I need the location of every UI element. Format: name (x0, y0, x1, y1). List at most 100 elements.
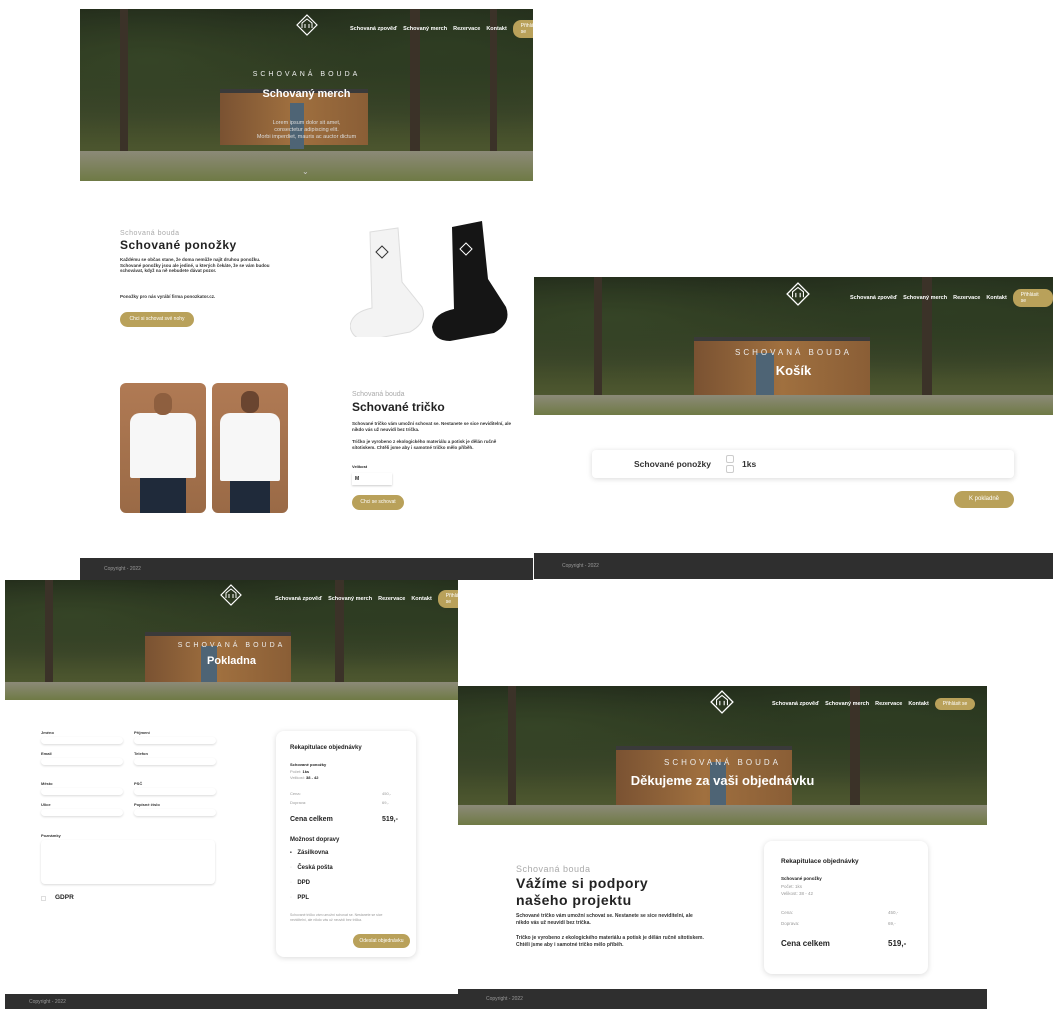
label-popisne: Popisné číslo (134, 802, 160, 807)
radio[interactable]: ◦ (290, 880, 294, 886)
label-jmeno: Jméno (41, 730, 54, 735)
login-button[interactable]: Přihlásit se (934, 698, 976, 710)
nav-link-zpoved[interactable]: Schovaná zpověď (772, 701, 819, 707)
submit-order-button[interactable]: Odeslat objednávku (353, 934, 410, 948)
nav-link-zpoved[interactable]: Schovaná zpověď (350, 26, 397, 32)
cart-page: SCHOVANÁ BOUDA Košík Schovaná zpověď Sch… (534, 277, 1053, 579)
shirt-photo-back (212, 383, 288, 513)
label-ulice: Ulice (41, 802, 51, 807)
logo-icon (220, 584, 242, 606)
shirt-button[interactable]: Chci se schovat (352, 495, 404, 510)
hero-kicker: SCHOVANÁ BOUDA (177, 642, 286, 649)
radio[interactable]: ◦ (290, 895, 294, 901)
cart-footer: Copyright - 2022 (534, 553, 1053, 579)
nav-link-merch[interactable]: Schovaný merch (328, 596, 372, 602)
hero-lorem-1: Lorem ipsum dolor sit amet, (272, 120, 341, 126)
total-value: 519,- (888, 939, 907, 948)
hero-lorem-3: Morbi imperdiet, mauris ac auctor dictum (256, 134, 357, 140)
chevron-down-icon[interactable]: ⌄ (302, 167, 309, 176)
logo-icon (786, 282, 810, 306)
size-value: 38 - 42 (306, 775, 319, 780)
nav-link-kontakt[interactable]: Kontakt (986, 295, 1006, 301)
thanks-footer: Copyright - 2022 (458, 989, 987, 1009)
summary-size: Velikost: 38 - 42 (781, 891, 814, 896)
count-label: Počet: (290, 769, 302, 774)
input-ulice[interactable] (41, 809, 123, 816)
nav-link-merch[interactable]: Schovaný merch (825, 701, 869, 707)
login-button[interactable]: Přihlásit se (1012, 289, 1053, 307)
qty-up-button[interactable] (726, 455, 734, 463)
hero-kicker: SCHOVANÁ BOUDA (664, 758, 781, 767)
thanks-page: SCHOVANÁ BOUDA Děkujeme za vaši objednáv… (458, 686, 987, 1009)
order-summary: Rekapitulace objednávky Schované ponožky… (764, 841, 928, 974)
qty-stepper[interactable] (726, 455, 734, 473)
nav-link-kontakt[interactable]: Kontakt (908, 701, 928, 707)
label-telefon: Telefon (134, 751, 148, 756)
thanks-kicker: Schovaná bouda (516, 864, 591, 874)
nav-link-kontakt[interactable]: Kontakt (486, 26, 506, 32)
delivery-option-dpd[interactable]: ◦ DPD (290, 880, 310, 886)
thanks-heading-1: Vážíme si podpory (516, 875, 649, 891)
size-label: Velikost (352, 464, 368, 469)
delivery-option-ppl[interactable]: ◦ PPL (290, 895, 309, 901)
input-telefon[interactable] (134, 758, 216, 765)
copyright: Copyright - 2022 (486, 996, 523, 1002)
nav-link-rezervace[interactable]: Rezervace (953, 295, 980, 301)
to-checkout-button[interactable]: K pokladně (954, 491, 1014, 508)
size-select[interactable]: M (352, 473, 392, 485)
input-mesto[interactable] (41, 788, 123, 795)
logo[interactable] (220, 584, 242, 606)
nav-link-rezervace[interactable]: Rezervace (378, 596, 405, 602)
hero-title: Košík (775, 363, 812, 378)
nav-link-zpoved[interactable]: Schovaná zpověď (275, 596, 322, 602)
radio[interactable]: ◦ (290, 865, 294, 871)
hero-kicker: SCHOVANÁ BOUDA (735, 348, 852, 357)
copyright: Copyright - 2022 (104, 566, 141, 572)
logo-icon (296, 14, 318, 36)
input-prijmeni[interactable] (134, 737, 216, 744)
nav-link-zpoved[interactable]: Schovaná zpověď (850, 295, 897, 301)
hero-title: Děkujeme za vaši objednávku (630, 773, 815, 788)
logo[interactable] (710, 690, 734, 714)
price-label: Cena: (781, 910, 794, 915)
merch-page: SCHOVANÁ BOUDA Schovaný merch Lorem ipsu… (80, 9, 533, 580)
socks-button[interactable]: Chci si schovat své nohy (120, 312, 194, 327)
price-value: 450,- (888, 910, 899, 915)
nav-link-merch[interactable]: Schovaný merch (903, 295, 947, 301)
shirt-text-2: Tričko je vyrobeno z ekologického materi… (352, 439, 497, 450)
nav-link-merch[interactable]: Schovaný merch (403, 26, 447, 32)
size-label: Velikost: (290, 775, 305, 780)
delivery-option-ceska-posta[interactable]: ◦ Česká pošta (290, 865, 333, 871)
shipping-value: 69,- (888, 921, 896, 926)
input-jmeno[interactable] (41, 737, 123, 744)
input-poznamky[interactable] (41, 840, 215, 884)
qty-down-button[interactable] (726, 465, 734, 473)
radio-selected[interactable]: • (290, 850, 294, 856)
total-label: Cena celkem (781, 939, 830, 948)
summary-item: Schované ponožky (290, 762, 327, 767)
hero-lorem-2: consectetur adipiscing elit. (274, 127, 339, 133)
input-email[interactable] (41, 758, 123, 765)
summary-item: Schované ponožky (781, 876, 822, 881)
gdpr-checkbox[interactable] (41, 896, 46, 901)
copyright: Copyright - 2022 (562, 563, 599, 569)
delivery-label: PPL (297, 895, 310, 901)
shipping-value: 69,- (382, 800, 389, 805)
merch-footer: Copyright - 2022 (80, 558, 533, 580)
price-value: 450,- (382, 791, 392, 796)
logo[interactable] (296, 14, 318, 36)
nav-link-rezervace[interactable]: Rezervace (453, 26, 480, 32)
login-button[interactable]: Přihlásit se (512, 20, 533, 38)
thanks-text-2: Tričko je vyrobeno z ekologického materi… (516, 935, 704, 948)
summary-title: Rekapitulace objednávky (290, 745, 362, 751)
input-psc[interactable] (134, 788, 216, 795)
nav-link-kontakt[interactable]: Kontakt (411, 596, 431, 602)
input-popisne[interactable] (134, 809, 216, 816)
logo[interactable] (786, 282, 810, 306)
nav-link-rezervace[interactable]: Rezervace (875, 701, 902, 707)
login-button[interactable]: Přihlásit se (437, 590, 458, 608)
sock-black (428, 217, 510, 342)
delivery-label: Zásilkovna (297, 850, 329, 856)
main-nav: Schovaná zpověď Schovaný merch Rezervace… (275, 590, 458, 608)
delivery-option-zasilkovna[interactable]: • Zásilkovna (290, 850, 328, 856)
